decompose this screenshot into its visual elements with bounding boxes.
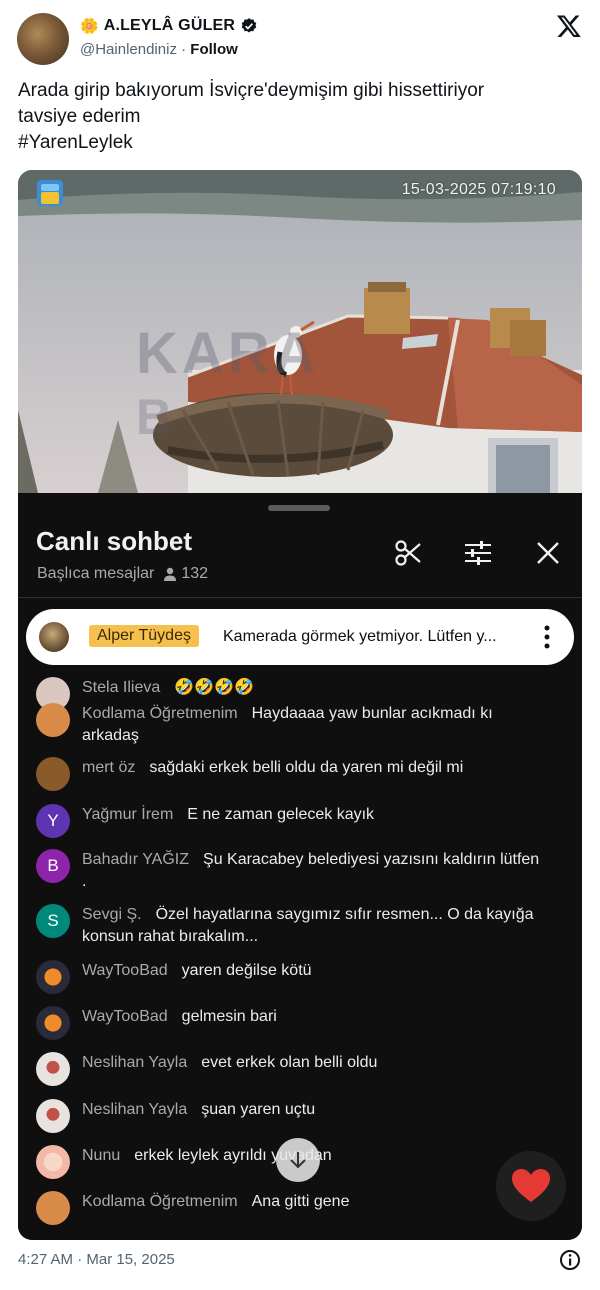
- info-icon[interactable]: [559, 1249, 581, 1271]
- chat-message-body: WayTooBad yaren değilse kötü: [82, 960, 542, 982]
- live-stream-frame[interactable]: 15-03-2025 07:19:10 KARA B: [18, 170, 582, 493]
- verified-badge-icon: [241, 18, 257, 33]
- person-icon: [164, 567, 177, 581]
- chat-text: yaren değilse kötü: [181, 962, 312, 979]
- chat-avatar: [36, 1099, 70, 1133]
- more-options-icon[interactable]: [540, 624, 554, 650]
- settings-sliders-icon[interactable]: [463, 538, 493, 568]
- pinned-author-name: Alper Tüydeş: [89, 625, 199, 647]
- chat-text: Ana gitti gene: [251, 1193, 350, 1210]
- chat-text: şuan yaren uçtu: [201, 1101, 316, 1118]
- close-icon[interactable]: [533, 538, 563, 568]
- chat-text: evet erkek olan belli oldu: [201, 1054, 378, 1071]
- author-handle-row: @Hainlendiniz · Follow: [80, 41, 238, 58]
- chat-author: Yağmur İrem: [82, 806, 174, 823]
- chat-message-body: Neslihan Yayla evet erkek olan belli oldu: [82, 1052, 542, 1074]
- chat-message-body: Kodlama Öğretmenim Ana gitti gene: [82, 1191, 542, 1213]
- author-name-row: 🌼 A.LEYLÂ GÜLER: [80, 17, 258, 35]
- chat-avatar: [36, 1191, 70, 1225]
- arrow-down-icon: [290, 1152, 306, 1169]
- chat-message-body: Bahadır YAĞIZ Şu Karacabey belediyesi yaz…: [82, 849, 542, 893]
- reaction-button[interactable]: [496, 1151, 566, 1221]
- viewer-count: 132: [162, 565, 208, 583]
- tweet-media[interactable]: 15-03-2025 07:19:10 KARA B Canlı sohbet …: [18, 170, 582, 1240]
- chat-avatar: [36, 1006, 70, 1040]
- chat-message-body: Sevgi Ş. Özel hayatlarına saygımız sıfır …: [82, 904, 542, 948]
- follow-button[interactable]: Follow: [190, 41, 238, 58]
- chat-subheader: Başlıca mesajlar 132: [37, 565, 208, 583]
- chat-author: WayTooBad: [82, 1008, 168, 1025]
- pinned-message[interactable]: Alper Tüydeş Kamerada görmek yetmiyor. L…: [26, 609, 574, 665]
- video-watermark-line2: B: [136, 389, 173, 445]
- scroll-to-bottom-button[interactable]: [276, 1138, 320, 1182]
- chat-avatar: S: [36, 904, 70, 938]
- chat-text: sağdaki erkek belli oldu da yaren mi değ…: [149, 759, 464, 776]
- chat-avatar: [36, 757, 70, 791]
- live-chat-panel: Canlı sohbet Başlıca mesajlar 132 Alper …: [18, 493, 582, 1240]
- chat-filter-dropdown[interactable]: Başlıca mesajlar: [37, 565, 154, 583]
- x-logo-icon[interactable]: [556, 13, 582, 39]
- video-timestamp: 15-03-2025 07:19:10: [401, 181, 556, 198]
- heart-icon: [512, 1169, 550, 1202]
- author-avatar[interactable]: [17, 13, 69, 65]
- chat-author: mert öz: [82, 759, 136, 776]
- viewer-count-value: 132: [181, 565, 209, 582]
- chat-text: 🤣🤣🤣🤣: [174, 679, 254, 696]
- chat-message-body: Yağmur İrem E ne zaman gelecek kayık: [82, 804, 542, 826]
- chat-avatar: [36, 1052, 70, 1086]
- author-handle[interactable]: @Hainlendiniz: [80, 41, 177, 58]
- tweet-timestamp[interactable]: 4:27 AM · Mar 15, 2025: [18, 1251, 175, 1268]
- chat-author: WayTooBad: [82, 962, 168, 979]
- chat-avatar: [36, 960, 70, 994]
- chat-author: Neslihan Yayla: [82, 1054, 188, 1071]
- chat-message-body: Neslihan Yayla şuan yaren uçtu: [82, 1099, 542, 1121]
- chat-avatar: Y: [36, 804, 70, 838]
- tweet-text-line: tavsiye ederim: [18, 106, 141, 127]
- flower-emoji: 🌼: [80, 17, 99, 35]
- chat-author: Bahadır YAĞIZ: [82, 851, 190, 868]
- chat-avatar: B: [36, 849, 70, 883]
- drag-handle[interactable]: [268, 505, 330, 511]
- pinned-author-avatar: [39, 622, 69, 652]
- handle-separator: ·: [176, 41, 191, 58]
- tweet-text-line: Arada girip bakıyorum İsviçre'deymişim g…: [18, 80, 485, 101]
- chat-author: Nunu: [82, 1147, 121, 1164]
- chat-author: Stela Ilieva: [82, 679, 161, 696]
- author-display-name[interactable]: A.LEYLÂ GÜLER: [104, 17, 236, 35]
- tweet-text: Arada girip bakıyorum İsviçre'deymişim g…: [18, 78, 578, 156]
- chat-author: Neslihan Yayla: [82, 1101, 188, 1118]
- chat-avatar: [36, 703, 70, 737]
- video-watermark: KARA: [136, 321, 320, 386]
- chat-message-body: Stela Ilieva 🤣🤣🤣🤣: [82, 677, 542, 699]
- chat-author: Kodlama Öğretmenim: [82, 1193, 238, 1210]
- station-logo-icon: [37, 180, 63, 206]
- chat-author: Kodlama Öğretmenim: [82, 705, 238, 722]
- chat-text: Özel hayatlarına saygımız sıfır resmen..…: [82, 906, 534, 945]
- chat-message-body: mert öz sağdaki erkek belli oldu da yaren…: [82, 757, 542, 779]
- chat-title: Canlı sohbet: [36, 526, 193, 556]
- chat-divider: [18, 597, 582, 598]
- chat-author: Sevgi Ş.: [82, 906, 142, 923]
- scissors-icon[interactable]: [393, 538, 423, 568]
- chat-avatar: [36, 1145, 70, 1179]
- chat-message-body: Kodlama Öğretmenim Haydaaaa yaw bunlar ac…: [82, 703, 542, 747]
- chat-text: gelmesin bari: [181, 1008, 277, 1025]
- chat-message-body: WayTooBad gelmesin bari: [82, 1006, 542, 1028]
- hashtag-link[interactable]: #YarenLeylek: [18, 130, 578, 156]
- chat-text: E ne zaman gelecek kayık: [187, 806, 375, 823]
- pinned-message-text: Kamerada görmek yetmiyor. Lütfen y...: [223, 628, 497, 645]
